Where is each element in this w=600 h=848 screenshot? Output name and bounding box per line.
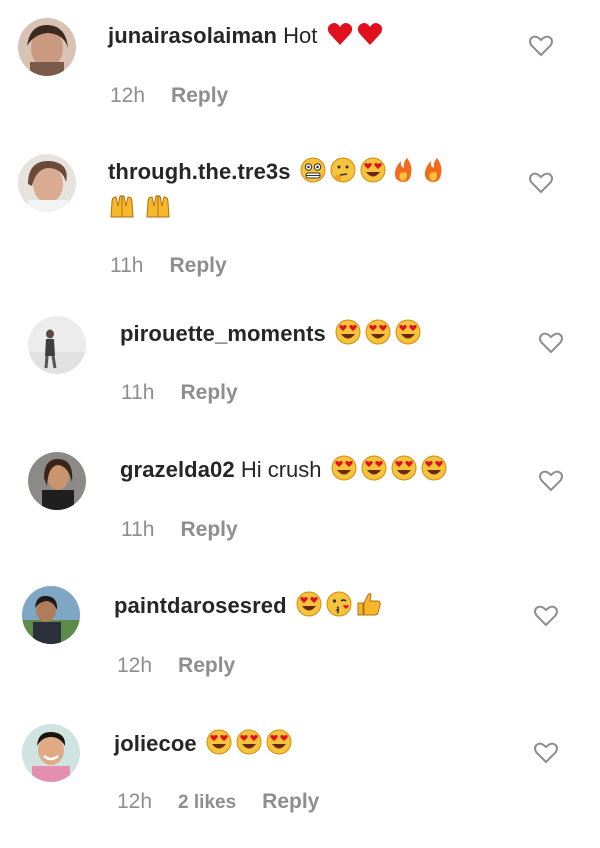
grimace-face-icon [299, 156, 327, 184]
like-heart-icon[interactable] [533, 741, 559, 765]
avatar[interactable] [28, 316, 86, 374]
comment-time: 11h [121, 381, 155, 404]
heart-eyes-face-icon [420, 454, 448, 482]
fire-icon [389, 156, 417, 184]
comment-time: 12h [117, 654, 153, 677]
like-heart-icon[interactable] [538, 469, 564, 493]
heart-eyes-face-icon [359, 156, 387, 184]
raising-hands-icon [144, 192, 172, 220]
comment-text: Hi crush [234, 457, 322, 482]
like-heart-icon[interactable] [528, 171, 554, 195]
heart-eyes-face-icon [235, 728, 263, 756]
avatar[interactable] [22, 586, 80, 644]
reply-button[interactable]: Reply [180, 518, 237, 542]
emoji-row [317, 23, 383, 48]
heart-eyes-face-icon [360, 454, 388, 482]
heart-eyes-face-icon [334, 318, 362, 346]
avatar[interactable] [18, 18, 76, 76]
username[interactable]: joliecoe [114, 731, 197, 756]
emoji-row [297, 156, 447, 184]
username[interactable]: through.the.tre3s [108, 159, 291, 184]
comment-time: 12h [110, 84, 146, 107]
username[interactable]: grazelda02 [120, 457, 235, 482]
kissing-face-icon [325, 590, 353, 618]
raising-hands-icon [108, 192, 136, 220]
heart-eyes-face-icon [295, 590, 323, 618]
like-heart-icon[interactable] [533, 604, 559, 628]
avatar[interactable] [22, 724, 80, 782]
comment-text: Hot [277, 23, 318, 48]
username[interactable]: junairasolaiman [108, 23, 277, 48]
emoji-row-2 [108, 195, 172, 220]
heart-eyes-face-icon [265, 728, 293, 756]
emoji-row [332, 318, 422, 346]
heart-eyes-face-icon [394, 318, 422, 346]
reply-button[interactable]: Reply [180, 381, 237, 405]
username[interactable]: pirouette_moments [120, 321, 326, 346]
reply-button[interactable]: Reply [171, 84, 228, 108]
like-count[interactable]: 2 likes [178, 792, 236, 814]
reply-button[interactable]: Reply [169, 254, 226, 278]
emoji-row [322, 454, 448, 482]
comment-time: 11h [110, 254, 144, 277]
reply-button[interactable]: Reply [262, 790, 319, 814]
avatar[interactable] [18, 154, 76, 212]
comment-text [291, 159, 297, 184]
heart-eyes-face-icon [364, 318, 392, 346]
thinking-face-icon [329, 156, 357, 184]
comment-text [197, 731, 203, 756]
username[interactable]: paintdarosesred [114, 593, 287, 618]
reply-button[interactable]: Reply [178, 654, 235, 678]
like-heart-icon[interactable] [538, 331, 564, 355]
comment-time: 12h [117, 790, 153, 813]
red-heart-icon [326, 20, 354, 48]
avatar[interactable] [28, 452, 86, 510]
thumbs-up-icon [355, 590, 383, 618]
comment-time: 11h [121, 518, 155, 541]
fire-icon [419, 156, 447, 184]
emoji-row [203, 728, 293, 756]
comment-text [287, 593, 293, 618]
red-heart-icon [356, 20, 384, 48]
heart-eyes-face-icon [205, 728, 233, 756]
heart-eyes-face-icon [390, 454, 418, 482]
emoji-row [293, 590, 383, 618]
heart-eyes-face-icon [330, 454, 358, 482]
like-heart-icon[interactable] [528, 34, 554, 58]
